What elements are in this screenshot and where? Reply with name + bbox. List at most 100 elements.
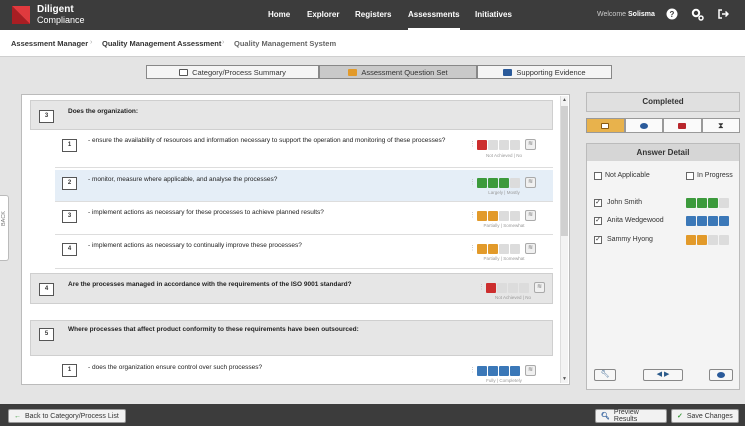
drag-handle-icon[interactable]: ⋮ xyxy=(469,245,476,253)
rating-level-1 xyxy=(686,198,696,208)
rating-level-3[interactable] xyxy=(499,365,509,376)
not-applicable-checkbox[interactable] xyxy=(594,172,602,180)
wrench-button[interactable]: 🔧︎ xyxy=(594,369,616,381)
rating-level-2[interactable] xyxy=(488,243,498,254)
respondent-checkbox[interactable]: ✓ xyxy=(594,217,602,225)
wrench-icon: 🔧︎ xyxy=(600,371,610,378)
rating-level-1[interactable] xyxy=(477,210,487,221)
comment-icon xyxy=(717,372,725,378)
rating-level-4[interactable] xyxy=(510,210,520,221)
rating-level-2[interactable] xyxy=(497,282,507,293)
rating-scale[interactable]: ⋮ ≋ xyxy=(469,365,536,376)
section-text: Are the processes managed in accordance … xyxy=(68,281,352,288)
nav-explorer[interactable]: Explorer xyxy=(307,0,339,30)
preview-results-button[interactable]: 🔍︎ Preview Results xyxy=(595,409,667,423)
chevron-right-icon[interactable]: ▶ xyxy=(664,371,669,378)
drag-handle-icon[interactable]: ⋮ xyxy=(478,284,485,292)
user-name[interactable]: Solisma xyxy=(628,11,655,18)
svg-text:?: ? xyxy=(670,10,675,19)
rating-label: Not Achieved | No xyxy=(495,295,531,300)
rating-level-4[interactable] xyxy=(510,177,520,188)
tab-history[interactable]: ⧗ xyxy=(701,118,740,133)
question-row[interactable]: 1 - ensure the availability of resources… xyxy=(55,132,553,168)
rating-level-4[interactable] xyxy=(519,282,529,293)
rating-level-2[interactable] xyxy=(488,210,498,221)
tab-comments[interactable] xyxy=(624,118,663,133)
rating-level-2[interactable] xyxy=(488,177,498,188)
scrollbar[interactable]: ▲ ▼ xyxy=(560,96,568,383)
prev-next-buttons[interactable]: ◀ ▶ xyxy=(643,369,683,381)
scroll-up-icon[interactable]: ▲ xyxy=(561,96,568,104)
rating-level-1[interactable] xyxy=(477,365,487,376)
rating-level-1[interactable] xyxy=(477,243,487,254)
tab-supporting-evidence[interactable]: Supporting Evidence xyxy=(477,65,612,79)
section-header: 4 Are the processes managed in accordanc… xyxy=(30,273,553,304)
breadcrumb-separator-icon: › xyxy=(90,39,93,46)
rating-scale[interactable]: ⋮ ≋ xyxy=(469,139,536,150)
expand-options-icon[interactable]: ≋ xyxy=(525,139,536,150)
expand-options-icon[interactable]: ≋ xyxy=(534,282,545,293)
rating-level-4 xyxy=(719,198,729,208)
rating-level-4[interactable] xyxy=(510,365,520,376)
rating-level-1[interactable] xyxy=(486,282,496,293)
expand-options-icon[interactable]: ≋ xyxy=(525,177,536,188)
rating-level-3[interactable] xyxy=(499,177,509,188)
question-row[interactable]: 4 - implement actions as necessary to co… xyxy=(55,237,553,269)
save-changes-button[interactable]: ✓ Save Changes xyxy=(671,409,739,423)
rating-level-3[interactable] xyxy=(499,139,509,150)
question-list: 3 Does the organization: 1 - ensure the … xyxy=(21,94,570,385)
welcome-label: Welcome xyxy=(597,11,627,18)
back-to-list-button[interactable]: ← Back to Category/Process List xyxy=(8,409,126,423)
drag-handle-icon[interactable]: ⋮ xyxy=(469,141,476,149)
rating-label: Not Achieved | No xyxy=(486,153,522,158)
nav-assessments[interactable]: Assessments xyxy=(408,0,460,30)
rating-level-3[interactable] xyxy=(499,243,509,254)
rating-level-1[interactable] xyxy=(477,177,487,188)
rating-scale[interactable]: ⋮ ≋ xyxy=(469,210,536,221)
chevron-left-icon[interactable]: ◀ xyxy=(657,371,662,378)
drag-handle-icon[interactable]: ⋮ xyxy=(469,212,476,220)
respondent-checkbox[interactable]: ✓ xyxy=(594,236,602,244)
rating-level-3[interactable] xyxy=(508,282,518,293)
rating-level-3[interactable] xyxy=(499,210,509,221)
rating-label: Partially | Somewhat xyxy=(483,256,525,261)
respondent-checkbox[interactable]: ✓ xyxy=(594,199,602,207)
question-row[interactable]: 2 - monitor, measure where applicable, a… xyxy=(55,170,553,202)
rating-level-2[interactable] xyxy=(488,365,498,376)
rating-level-4[interactable] xyxy=(510,139,520,150)
rating-level-2[interactable] xyxy=(488,139,498,150)
expand-options-icon[interactable]: ≋ xyxy=(525,243,536,254)
expand-options-icon[interactable]: ≋ xyxy=(525,210,536,221)
back-side-handle[interactable]: BACK xyxy=(0,195,9,261)
breadcrumb-qm-assessment[interactable]: Quality Management Assessment xyxy=(102,39,221,48)
respondent-rating xyxy=(686,198,729,208)
tab-answer-detail[interactable] xyxy=(586,118,625,133)
rating-scale[interactable]: ⋮ ≋ xyxy=(469,177,536,188)
rating-scale[interactable]: ⋮ ≋ xyxy=(469,243,536,254)
nav-initiatives[interactable]: Initiatives xyxy=(475,0,512,30)
question-row[interactable]: 3 - implement actions as necessary for t… xyxy=(55,204,553,235)
scroll-down-icon[interactable]: ▼ xyxy=(561,375,568,383)
comment-button[interactable] xyxy=(709,369,733,381)
in-progress-checkbox[interactable] xyxy=(686,172,694,180)
rating-scale[interactable]: ⋮ ≋ xyxy=(478,282,545,293)
nav-home[interactable]: Home xyxy=(268,0,290,30)
question-row[interactable]: 1 - does the organization ensure control… xyxy=(55,359,553,384)
question-text: - does the organization ensure control o… xyxy=(88,364,263,371)
help-icon[interactable]: ? xyxy=(665,8,679,22)
breadcrumb-assessment-manager[interactable]: Assessment Manager xyxy=(11,39,88,48)
tab-tags[interactable] xyxy=(663,118,702,133)
in-progress-label: In Progress xyxy=(697,172,733,179)
tab-category-summary[interactable]: Category/Process Summary xyxy=(146,65,319,79)
rating-level-1[interactable] xyxy=(477,139,487,150)
scroll-thumb[interactable] xyxy=(561,106,568,236)
tab-question-set[interactable]: Assessment Question Set xyxy=(319,65,477,79)
rating-level-4[interactable] xyxy=(510,243,520,254)
logout-icon[interactable] xyxy=(716,8,730,22)
drag-handle-icon[interactable]: ⋮ xyxy=(469,179,476,187)
nav-registers[interactable]: Registers xyxy=(355,0,391,30)
tab-label: Assessment Question Set xyxy=(361,67,448,77)
settings-icon[interactable] xyxy=(690,8,704,22)
drag-handle-icon[interactable]: ⋮ xyxy=(469,367,476,375)
expand-options-icon[interactable]: ≋ xyxy=(525,365,536,376)
